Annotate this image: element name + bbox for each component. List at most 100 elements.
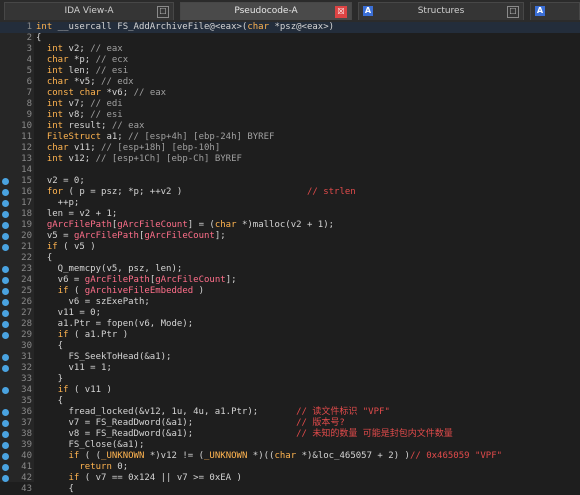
- line-number: 23: [21, 264, 32, 274]
- line-number: 36: [21, 407, 32, 417]
- tab-structures[interactable]: A Structures ☐: [358, 2, 524, 20]
- code-line[interactable]: 43 {: [0, 484, 580, 495]
- breakpoint-dot-icon[interactable]: [2, 277, 9, 284]
- code-text: v7 = FS_ReadDword(&a1); // 版本号?: [36, 418, 345, 428]
- line-number: 42: [21, 473, 32, 483]
- code-text: {: [36, 253, 53, 263]
- code-line[interactable]: 35 {: [0, 396, 580, 407]
- line-number: 40: [21, 451, 32, 461]
- code-text: }: [36, 374, 64, 384]
- breakpoint-dot-icon[interactable]: [2, 409, 9, 416]
- code-line[interactable]: 3 int v2; // eax: [0, 44, 580, 55]
- breakpoint-dot-icon[interactable]: [2, 475, 9, 482]
- code-line[interactable]: 40 if ( (_UNKNOWN *)v12 != (_UNKNOWN *)(…: [0, 451, 580, 462]
- code-line[interactable]: 23 Q_memcpy(v5, psz, len);: [0, 264, 580, 275]
- tab-next[interactable]: A: [530, 2, 580, 20]
- code-line[interactable]: 8 int v7; // edi: [0, 99, 580, 110]
- line-number: 17: [21, 198, 32, 208]
- code-line[interactable]: 36 fread_locked(&v12, 1u, 4u, a1.Ptr); /…: [0, 407, 580, 418]
- breakpoint-dot-icon[interactable]: [2, 189, 9, 196]
- breakpoint-dot-icon[interactable]: [2, 464, 9, 471]
- code-line[interactable]: 41 return 0;: [0, 462, 580, 473]
- breakpoint-dot-icon[interactable]: [2, 288, 9, 295]
- code-text: int v2; // eax: [46, 44, 123, 54]
- breakpoint-dot-icon[interactable]: [2, 431, 9, 438]
- line-number: 1: [26, 22, 32, 32]
- code-line[interactable]: 1 int __usercall FS_AddArchiveFile@<eax>(…: [0, 22, 580, 33]
- line-number: 16: [21, 187, 32, 197]
- code-text: if ( v5 ): [46, 242, 96, 252]
- code-line[interactable]: 39 FS_Close(&a1);: [0, 440, 580, 451]
- breakpoint-dot-icon[interactable]: [2, 354, 9, 361]
- code-line[interactable]: 21 if ( v5 ): [0, 242, 580, 253]
- close-icon[interactable]: ☐: [157, 6, 169, 18]
- pseudocode-view[interactable]: 1 int __usercall FS_AddArchiveFile@<eax>(…: [0, 22, 580, 494]
- breakpoint-dot-icon[interactable]: [2, 266, 9, 273]
- breakpoint-dot-icon[interactable]: [2, 365, 9, 372]
- code-line[interactable]: 24 v6 = gArcFilePath[gArcFileCount];: [0, 275, 580, 286]
- breakpoint-dot-icon[interactable]: [2, 233, 9, 240]
- code-line[interactable]: 12 char v11; // [esp+18h] [ebp-10h]: [0, 143, 580, 154]
- code-line[interactable]: 42 if ( v7 == 0x124 || v7 >= 0xEA ): [0, 473, 580, 484]
- line-number: 31: [21, 352, 32, 362]
- code-line[interactable]: 17 ++p;: [0, 198, 580, 209]
- code-line[interactable]: 5 int len; // esi: [0, 66, 580, 77]
- line-number: 29: [21, 330, 32, 340]
- code-line[interactable]: 37 v7 = FS_ReadDword(&a1); // 版本号?: [0, 418, 580, 429]
- code-line[interactable]: 6 char *v5; // edx: [0, 77, 580, 88]
- breakpoint-dot-icon[interactable]: [2, 321, 9, 328]
- code-line[interactable]: 20 v5 = gArcFilePath[gArcFileCount];: [0, 231, 580, 242]
- breakpoint-dot-icon[interactable]: [2, 420, 9, 427]
- breakpoint-dot-icon[interactable]: [2, 442, 9, 449]
- breakpoint-dot-icon[interactable]: [2, 453, 9, 460]
- breakpoint-dot-icon[interactable]: [2, 211, 9, 218]
- close-icon[interactable]: ☐: [507, 6, 519, 18]
- code-text: const char *v6; // eax: [46, 88, 167, 98]
- breakpoint-dot-icon[interactable]: [2, 310, 9, 317]
- code-line[interactable]: 25 if ( gArchiveFileEmbedded ): [0, 286, 580, 297]
- code-line[interactable]: 31 FS_SeekToHead(&a1);: [0, 352, 580, 363]
- code-line[interactable]: 16 for ( p = psz; *p; ++v2 ) // strlen: [0, 187, 580, 198]
- code-line[interactable]: 28 a1.Ptr = fopen(v6, Mode);: [0, 319, 580, 330]
- line-number: 27: [21, 308, 32, 318]
- code-line[interactable]: 22 {: [0, 253, 580, 264]
- tab-structures-label: Structures: [417, 6, 465, 16]
- breakpoint-dot-icon[interactable]: [2, 244, 9, 251]
- code-line[interactable]: 26 v6 = szExePath;: [0, 297, 580, 308]
- line-number: 20: [21, 231, 32, 241]
- breakpoint-dot-icon[interactable]: [2, 387, 9, 394]
- code-line[interactable]: 38 v8 = FS_ReadDword(&a1); // 未知的数量 可能是封…: [0, 429, 580, 440]
- code-text: ++p;: [36, 198, 80, 208]
- tab-ida-view[interactable]: IDA View-A ☐: [4, 2, 174, 20]
- breakpoint-dot-icon[interactable]: [2, 299, 9, 306]
- code-line[interactable]: 7 const char *v6; // eax: [0, 88, 580, 99]
- code-line[interactable]: 18 len = v2 + 1;: [0, 209, 580, 220]
- code-line[interactable]: 14: [0, 165, 580, 176]
- line-number: 35: [21, 396, 32, 406]
- tab-pseudocode[interactable]: Pseudocode-A ☒: [180, 2, 352, 20]
- code-line[interactable]: 13 int v12; // [esp+1Ch] [ebp-Ch] BYREF: [0, 154, 580, 165]
- code-line[interactable]: 33 }: [0, 374, 580, 385]
- breakpoint-dot-icon[interactable]: [2, 222, 9, 229]
- breakpoint-dot-icon[interactable]: [2, 178, 9, 185]
- close-icon[interactable]: ☒: [335, 6, 347, 18]
- code-line[interactable]: 19 gArcFilePath[gArcFileCount] = (char *…: [0, 220, 580, 231]
- code-text: char *v5; // edx: [46, 77, 134, 87]
- code-line[interactable]: 2{: [0, 33, 580, 44]
- breakpoint-dot-icon[interactable]: [2, 200, 9, 207]
- code-line[interactable]: 30 {: [0, 341, 580, 352]
- code-text: if ( gArchiveFileEmbedded ): [57, 286, 205, 296]
- code-line[interactable]: 9 int v8; // esi: [0, 110, 580, 121]
- code-line[interactable]: 34 if ( v11 ): [0, 385, 580, 396]
- breakpoint-dot-icon[interactable]: [2, 332, 9, 339]
- code-line[interactable]: 15 v2 = 0;: [0, 176, 580, 187]
- line-number: 2: [26, 33, 32, 43]
- code-text: v6 = szExePath;: [36, 297, 150, 307]
- line-number: 34: [21, 385, 32, 395]
- code-line[interactable]: 4 char *p; // ecx: [0, 55, 580, 66]
- code-line[interactable]: 27 v11 = 0;: [0, 308, 580, 319]
- code-line[interactable]: 29 if ( a1.Ptr ): [0, 330, 580, 341]
- code-line[interactable]: 10 int result; // eax: [0, 121, 580, 132]
- code-line[interactable]: 32 v11 = 1;: [0, 363, 580, 374]
- code-line[interactable]: 11 FileStruct a1; // [esp+4h] [ebp-24h] …: [0, 132, 580, 143]
